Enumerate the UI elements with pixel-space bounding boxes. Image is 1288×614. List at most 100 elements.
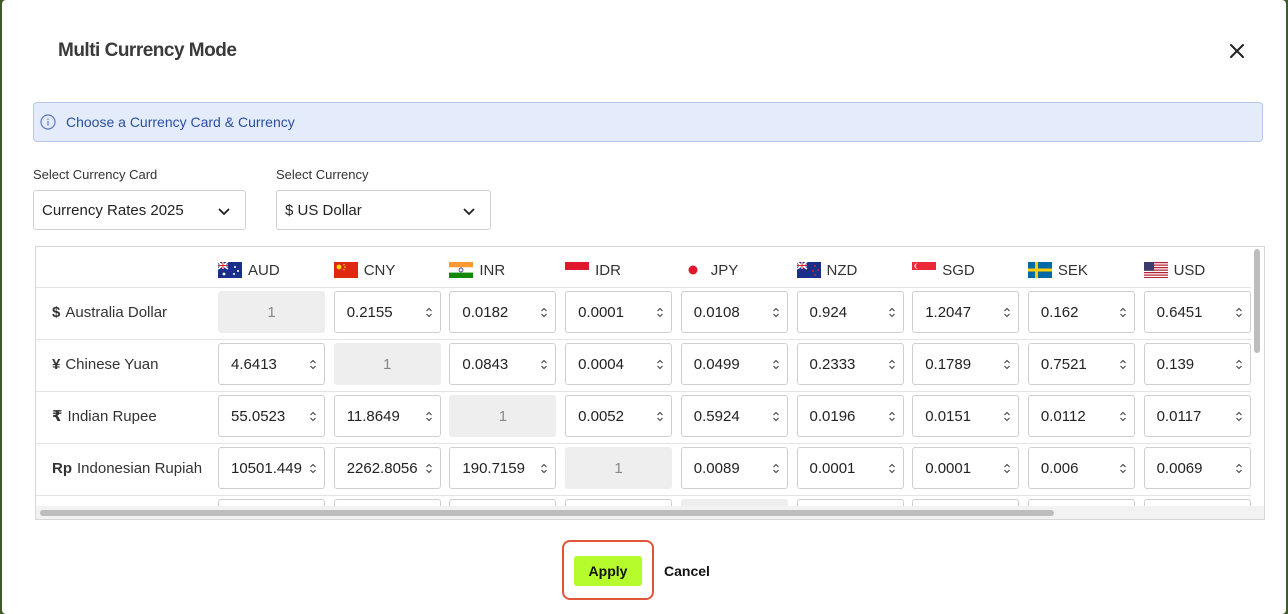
vertical-scrollbar[interactable]	[1254, 249, 1260, 353]
column-code: IDR	[595, 261, 621, 279]
rate-input[interactable]: 0.0843	[449, 343, 557, 385]
rate-input[interactable]: 0.139	[1143, 343, 1251, 385]
rate-value: 0.2155	[346, 303, 393, 321]
rate-value: 1	[614, 459, 623, 477]
rate-input[interactable]: 0.924	[796, 291, 904, 333]
row-label: $ Australia Dollar	[52, 291, 167, 333]
usa-flag-icon	[1143, 262, 1168, 278]
stepper-icon[interactable]	[888, 462, 896, 475]
rate-input[interactable]: 4.6413	[218, 343, 325, 385]
stepper-icon[interactable]	[1119, 462, 1127, 475]
stepper-icon[interactable]	[425, 462, 433, 475]
column-header-usd: USD	[1143, 255, 1205, 285]
rate-value: 1	[498, 407, 508, 425]
rate-input[interactable]: 0.0001	[796, 447, 904, 489]
rate-input[interactable]: 0.0151	[912, 395, 1020, 437]
cancel-button[interactable]: Cancel	[664, 556, 710, 586]
stepper-icon[interactable]	[772, 410, 780, 423]
stepper-icon[interactable]	[425, 410, 433, 423]
rate-input[interactable]: 0.6451	[1143, 291, 1251, 333]
stepper-icon[interactable]	[1003, 410, 1011, 423]
rate-input[interactable]: 0.1789	[912, 343, 1020, 385]
stepper-icon[interactable]	[1003, 462, 1011, 475]
rate-value: 10501.449	[231, 459, 302, 477]
row-label: ₹ Indian Rupee	[52, 395, 157, 437]
stepper-icon[interactable]	[888, 410, 896, 423]
stepper-icon[interactable]	[772, 462, 780, 475]
rate-value: 0.0196	[809, 407, 856, 425]
stepper-icon[interactable]	[425, 306, 433, 319]
stepper-icon[interactable]	[309, 462, 317, 475]
stepper-icon[interactable]	[772, 306, 780, 319]
rate-input[interactable]: 0.162	[1027, 291, 1135, 333]
column-header-jpy: JPY	[680, 255, 738, 285]
rate-input[interactable]: 0.0069	[1143, 447, 1251, 489]
stepper-icon[interactable]	[540, 358, 548, 371]
rate-value: 0.139	[1156, 355, 1195, 373]
currency-card-select[interactable]: Currency Rates 2025	[33, 190, 246, 230]
rate-input[interactable]: 0.2333	[796, 343, 904, 385]
rate-input[interactable]: 0.0112	[1027, 395, 1135, 437]
rate-value: 2262.8056	[346, 459, 418, 477]
rate-input[interactable]: 0.0499	[680, 343, 788, 385]
stepper-icon[interactable]	[309, 358, 317, 371]
stepper-icon[interactable]	[540, 462, 548, 475]
rate-value: 0.0117	[1156, 407, 1202, 425]
currency-select[interactable]: $ US Dollar	[276, 190, 491, 230]
rate-input[interactable]: 0.0196	[796, 395, 904, 437]
stepper-icon[interactable]	[772, 358, 780, 371]
rate-input[interactable]: 0.006	[1027, 447, 1135, 489]
apply-button[interactable]: Apply	[574, 556, 642, 586]
currency-symbol: ₹	[52, 408, 63, 425]
stepper-icon[interactable]	[1119, 410, 1127, 423]
rate-input[interactable]: 10501.449	[218, 447, 325, 489]
rate-value: 0.0843	[462, 355, 509, 373]
column-header-idr: IDR	[565, 255, 621, 285]
stepper-icon[interactable]	[1235, 462, 1243, 475]
rate-input[interactable]: 0.2155	[333, 291, 441, 333]
chevron-down-icon	[462, 204, 476, 221]
rate-input[interactable]: 0.0089	[680, 447, 788, 489]
rate-input[interactable]: 2262.8056	[333, 447, 441, 489]
indonesia-flag-icon	[565, 262, 590, 278]
rate-value: 0.0112	[1040, 407, 1086, 425]
rate-input[interactable]: 0.5924	[680, 395, 788, 437]
stepper-icon[interactable]	[1119, 358, 1127, 371]
rate-input[interactable]: 0.0001	[912, 447, 1020, 489]
rate-input[interactable]: 190.7159	[449, 447, 557, 489]
currency-symbol: Rp	[52, 459, 72, 477]
rate-input[interactable]: 55.0523	[218, 395, 325, 437]
rate-input[interactable]: 0.0004	[565, 343, 673, 385]
japan-flag-icon	[680, 262, 705, 278]
rate-input[interactable]: 11.8649	[333, 395, 441, 437]
stepper-icon[interactable]	[888, 306, 896, 319]
rate-cell-fixed: 1	[449, 395, 557, 437]
rate-value: 0.0001	[925, 459, 972, 477]
horizontal-scrollbar[interactable]	[40, 510, 1054, 516]
rate-cell-fixed: 1	[565, 447, 673, 489]
rate-value: 0.0001	[578, 303, 624, 321]
rate-input[interactable]: 1.2047	[912, 291, 1020, 333]
stepper-icon[interactable]	[888, 358, 896, 371]
stepper-icon[interactable]	[309, 410, 317, 423]
stepper-icon[interactable]	[1235, 358, 1243, 371]
stepper-icon[interactable]	[1003, 358, 1011, 371]
india-flag-icon	[449, 262, 474, 278]
rate-input[interactable]: 0.7521	[1027, 343, 1135, 385]
stepper-icon[interactable]	[540, 306, 548, 319]
stepper-icon[interactable]	[656, 306, 664, 319]
column-header-cny: CNY	[333, 255, 395, 285]
stepper-icon[interactable]	[656, 358, 664, 371]
stepper-icon[interactable]	[1235, 306, 1243, 319]
rate-input[interactable]: 0.0108	[680, 291, 788, 333]
rate-input[interactable]: 0.0182	[449, 291, 557, 333]
stepper-icon[interactable]	[1119, 306, 1127, 319]
stepper-icon[interactable]	[1003, 306, 1011, 319]
rate-input[interactable]: 0.0001	[565, 291, 673, 333]
rate-input[interactable]: 0.0052	[565, 395, 673, 437]
rate-input[interactable]: 0.0117	[1143, 395, 1251, 437]
stepper-icon[interactable]	[656, 410, 664, 423]
china-flag-icon	[333, 262, 358, 278]
close-icon[interactable]	[1224, 38, 1250, 64]
stepper-icon[interactable]	[1235, 410, 1243, 423]
